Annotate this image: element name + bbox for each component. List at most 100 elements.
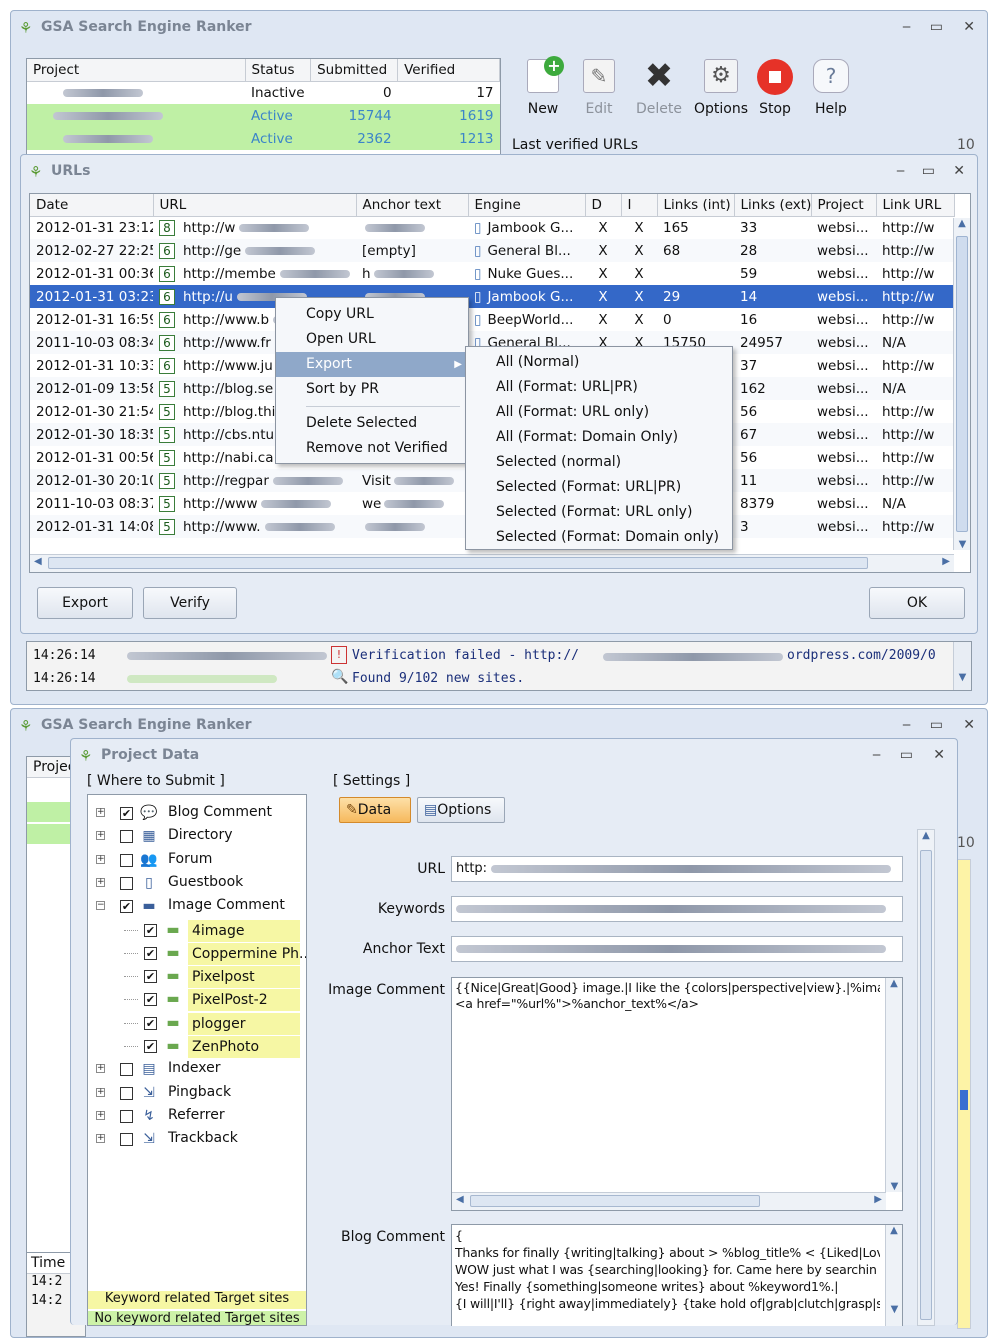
collapse-icon[interactable]: − bbox=[96, 901, 105, 911]
menu-sort-by-pr[interactable]: Sort by PR bbox=[276, 377, 468, 402]
checkbox[interactable] bbox=[120, 853, 133, 867]
log-scrollbar[interactable]: ▼ bbox=[953, 642, 971, 690]
settings-vertical-scrollbar[interactable]: ▲ bbox=[917, 829, 935, 1326]
menu-export[interactable]: Export ▶ bbox=[276, 352, 468, 377]
tree-node[interactable]: ✔ ▬ ZenPhoto bbox=[88, 1036, 306, 1058]
col-date[interactable]: Date bbox=[30, 194, 154, 217]
checkbox[interactable]: ✔ bbox=[144, 946, 157, 960]
tab-options[interactable]: ▤Options bbox=[417, 797, 505, 823]
urls-horizontal-scrollbar[interactable]: ◀ ▶ bbox=[30, 554, 954, 572]
close-button[interactable]: ✕ bbox=[963, 717, 975, 733]
expand-icon[interactable]: + bbox=[96, 877, 105, 887]
expand-icon[interactable]: + bbox=[96, 1087, 105, 1097]
col-i[interactable]: I bbox=[621, 194, 658, 217]
maximize-button[interactable]: ▭ bbox=[930, 19, 943, 35]
checkbox[interactable]: ✔ bbox=[120, 807, 133, 820]
tree-node[interactable]: + ↯ Referrer bbox=[88, 1106, 306, 1128]
tree-node[interactable]: − ✔ ▬ Image Comment bbox=[88, 896, 306, 918]
export-option[interactable]: Selected (normal) bbox=[466, 450, 732, 475]
maximize-button[interactable]: ▭ bbox=[930, 717, 943, 733]
tree-node[interactable]: ✔ ▬ PixelPost-2 bbox=[88, 989, 306, 1012]
checkbox[interactable]: ✔ bbox=[144, 1040, 157, 1053]
url-row[interactable]: 2012-02-27 22:25 6 http://ge [empty] ▯ Genera… bbox=[30, 239, 954, 262]
checkbox[interactable]: ✔ bbox=[144, 923, 157, 937]
verify-button[interactable]: Verify bbox=[143, 587, 237, 619]
project-row[interactable]: Active 2362 1213 bbox=[27, 127, 500, 150]
blog-comment-vscroll[interactable]: ▲ ▼ bbox=[885, 1225, 902, 1326]
menu-delete-selected[interactable]: Delete Selected bbox=[276, 411, 468, 436]
image-comment-hscroll[interactable]: ◀ ▶ bbox=[452, 1192, 886, 1210]
checkbox[interactable] bbox=[120, 1133, 133, 1147]
col-verified[interactable]: Verified bbox=[397, 59, 500, 82]
export-option[interactable]: All (Format: Domain Only) bbox=[466, 425, 732, 450]
col-link-url[interactable]: Link URL bbox=[876, 194, 955, 217]
edit-button[interactable]: ✎ Edit bbox=[577, 57, 621, 117]
image-comment-textarea[interactable]: {{Nice|Great|Good} image.|I like the {co… bbox=[451, 977, 903, 1211]
menu-copy-url[interactable]: Copy URL bbox=[276, 302, 468, 327]
stop-button[interactable]: Stop bbox=[751, 57, 799, 117]
col-url[interactable]: URL bbox=[153, 194, 357, 217]
expand-icon[interactable]: + bbox=[96, 831, 105, 841]
col-engine[interactable]: Engine bbox=[468, 194, 586, 217]
close-button[interactable]: ✕ bbox=[953, 163, 965, 179]
export-option[interactable]: All (Normal) bbox=[466, 350, 732, 375]
checkbox[interactable] bbox=[120, 1109, 133, 1123]
expand-icon[interactable]: + bbox=[96, 808, 105, 817]
col-project[interactable]: Project bbox=[27, 59, 246, 82]
url-field[interactable]: http: bbox=[451, 856, 903, 882]
image-comment-vscroll[interactable]: ▲ ▼ bbox=[885, 978, 902, 1192]
export-option[interactable]: All (Format: URL only) bbox=[466, 400, 732, 425]
menu-open-url[interactable]: Open URL bbox=[276, 327, 468, 352]
col-anchor[interactable]: Anchor text bbox=[356, 194, 469, 217]
tree-node[interactable]: ✔ ▬ Pixelpost bbox=[88, 966, 306, 989]
url-row[interactable]: 2012-01-31 23:12 8 http://w ▯ Jambook G... X X… bbox=[30, 216, 954, 239]
project-row[interactable]: Active 15744 1619 bbox=[27, 104, 500, 127]
maximize-button[interactable]: ▭ bbox=[922, 163, 935, 179]
checkbox[interactable]: ✔ bbox=[120, 900, 133, 914]
anchor-text-field[interactable] bbox=[451, 936, 903, 962]
tree-node[interactable]: + ▦ Directory bbox=[88, 826, 306, 848]
tree-node[interactable]: + ▯ Guestbook bbox=[88, 873, 306, 895]
col-status[interactable]: Status bbox=[245, 59, 312, 82]
export-option[interactable]: Selected (Format: Domain only) bbox=[466, 525, 732, 550]
tree-node[interactable]: ✔ ▬ plogger bbox=[88, 1012, 306, 1035]
expand-icon[interactable]: + bbox=[96, 1110, 105, 1120]
tree-node[interactable]: + ▤ Indexer bbox=[88, 1059, 306, 1081]
tree-node[interactable]: + ⇲ Pingback bbox=[88, 1083, 306, 1105]
checkbox[interactable]: ✔ bbox=[144, 993, 157, 1007]
export-button[interactable]: Export bbox=[37, 587, 133, 619]
checkbox[interactable]: ✔ bbox=[144, 1016, 157, 1030]
tree-node[interactable]: + ⇲ Trackback bbox=[88, 1129, 306, 1151]
tree-node[interactable]: ✔ ▬ 4image bbox=[88, 919, 306, 942]
expand-icon[interactable]: + bbox=[96, 1064, 105, 1074]
minimize-button[interactable]: ‒ bbox=[902, 717, 911, 733]
new-button[interactable]: + New bbox=[521, 56, 565, 117]
checkbox[interactable] bbox=[120, 1086, 133, 1100]
col-links-int[interactable]: Links (int) bbox=[657, 194, 735, 217]
options-button[interactable]: ⚙ Options bbox=[693, 57, 749, 117]
col-d[interactable]: D bbox=[585, 194, 622, 217]
checkbox[interactable] bbox=[120, 830, 133, 844]
urls-vertical-scrollbar[interactable]: ▲ ▼ bbox=[953, 218, 970, 550]
col-project[interactable]: Project bbox=[811, 194, 877, 217]
export-option[interactable]: All (Format: URL|PR) bbox=[466, 375, 732, 400]
expand-icon[interactable]: + bbox=[96, 1134, 105, 1144]
expand-icon[interactable]: + bbox=[96, 854, 105, 864]
tree-node[interactable]: + 👥 Forum bbox=[88, 850, 306, 872]
help-button[interactable]: ? Help bbox=[807, 57, 855, 117]
checkbox[interactable] bbox=[120, 1063, 133, 1077]
tab-data[interactable]: ✎Data bbox=[339, 797, 411, 823]
checkbox[interactable]: ✔ bbox=[144, 970, 157, 984]
url-row[interactable]: 2012-01-31 00:36 6 http://membe h ▯ Nuke Gues… bbox=[30, 262, 954, 285]
export-option[interactable]: Selected (Format: URL|PR) bbox=[466, 475, 732, 500]
project-row[interactable]: Inactive 0 17 bbox=[27, 81, 500, 104]
keywords-field[interactable] bbox=[451, 896, 903, 922]
url-row[interactable]: 2012-01-31 16:59 6 http://www.b ▯ BeepWorld.… bbox=[30, 308, 954, 331]
maximize-button[interactable]: ▭ bbox=[900, 747, 913, 763]
close-button[interactable]: ✕ bbox=[963, 19, 975, 35]
export-option[interactable]: Selected (Format: URL only) bbox=[466, 500, 732, 525]
checkbox[interactable] bbox=[120, 876, 133, 890]
minimize-button[interactable]: ‒ bbox=[902, 19, 911, 35]
col-links-ext[interactable]: Links (ext) bbox=[734, 194, 812, 217]
minimize-button[interactable]: ‒ bbox=[896, 163, 905, 179]
